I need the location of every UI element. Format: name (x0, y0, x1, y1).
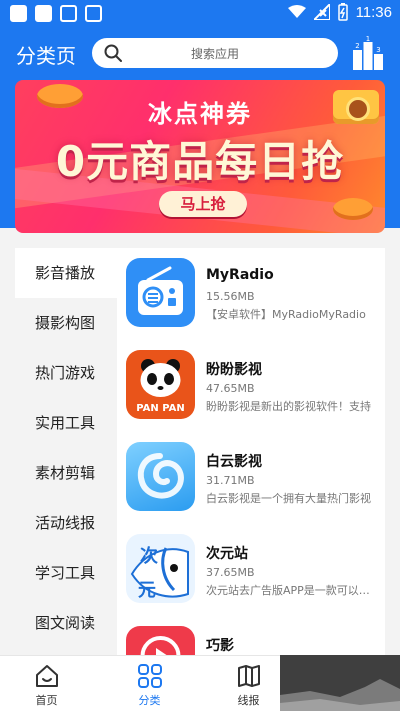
shopping-bag-icon (85, 5, 102, 22)
banner-grab-button[interactable]: 马上抢 (159, 191, 247, 217)
list-item[interactable]: 白云影视 31.71MB 白云影视是一个拥有大量热门影视 (117, 432, 385, 524)
bottom-navigation: 首页 分类 线报 (0, 655, 280, 711)
wifi-icon (287, 5, 306, 18)
list-item[interactable]: PAN PAN 盼盼影视 47.65MB 盼盼影视是新出的影视软件！支持 (117, 340, 385, 432)
list-item[interactable]: 巧影 (117, 616, 385, 660)
home-icon (36, 665, 58, 687)
svg-text:次: 次 (140, 545, 158, 567)
svg-text:PAN PAN: PAN PAN (136, 403, 185, 414)
svg-text:2: 2 (355, 42, 359, 50)
notification-icon (10, 5, 27, 22)
nav-home-label: 首页 (35, 694, 58, 707)
sidebar-item-deals[interactable]: 活动线报 (15, 498, 117, 548)
search-placeholder: 搜索应用 (190, 47, 239, 61)
app-name: MyRadio (206, 267, 274, 283)
page-title: 分类页 (16, 44, 76, 68)
app-size: 47.65MB (206, 382, 255, 395)
app-description: 【安卓软件】MyRadioMyRadio (206, 308, 366, 321)
app-size: 15.56MB (206, 290, 255, 303)
category-content: 影音播放 摄影构图 热门游戏 实用工具 素材剪辑 活动线报 学习工具 图文阅读 … (15, 248, 385, 660)
banner-top-label: 冰点神券 (148, 100, 252, 128)
banner-headline: 0元商品每日抢 (55, 137, 345, 186)
anime-icon: 次 元 (126, 534, 195, 603)
app-name: 巧影 (206, 638, 234, 654)
radio-icon (126, 258, 195, 327)
list-item[interactable]: 次 元 次元站 37.65MB 次元站去广告版APP是一款可以观看 (117, 524, 385, 616)
app-header: 分类页 搜索应用 2 1 3 (0, 36, 400, 72)
list-item[interactable]: MyRadio 15.56MB 【安卓软件】MyRadioMyRadio (117, 248, 385, 340)
app-name: 盼盼影视 (206, 362, 262, 378)
sidebar-item-reading[interactable]: 图文阅读 (15, 598, 117, 648)
sidebar-item-learning[interactable]: 学习工具 (15, 548, 117, 598)
sidebar-item-photography[interactable]: 摄影构图 (15, 298, 117, 348)
battery-icon (337, 3, 348, 21)
sidebar-item-video[interactable]: 影音播放 (15, 248, 117, 298)
promo-banner[interactable]: 冰点神券 0元商品每日抢 马上抢 (15, 80, 385, 233)
search-input[interactable]: 搜索应用 (92, 38, 338, 68)
nav-category[interactable]: 分类 (103, 656, 196, 711)
cloud-icon (126, 442, 195, 511)
image-icon (60, 5, 77, 22)
svg-text:3: 3 (376, 46, 380, 54)
notification-icon (35, 5, 52, 22)
coin-decoration-icon (333, 198, 373, 220)
sidebar-item-games[interactable]: 热门游戏 (15, 348, 117, 398)
nav-home[interactable]: 首页 (0, 656, 93, 711)
app-list: MyRadio 15.56MB 【安卓软件】MyRadioMyRadio PAN… (117, 248, 385, 660)
grid-icon (138, 664, 162, 688)
app-description: 盼盼影视是新出的影视软件！支持 (206, 400, 371, 413)
svg-text:1: 1 (366, 36, 370, 43)
app-description: 次元站去广告版APP是一款可以观看 (206, 584, 378, 597)
svg-text:元: 元 (138, 580, 156, 601)
app-size: 31.71MB (206, 474, 255, 487)
app-name: 次元站 (206, 546, 248, 562)
app-name: 白云影视 (206, 454, 262, 470)
sidebar-item-editing[interactable]: 素材剪辑 (15, 448, 117, 498)
sidebar-item-tools[interactable]: 实用工具 (15, 398, 117, 448)
app-size: 37.65MB (206, 566, 255, 579)
background-photo (280, 655, 400, 711)
signal-icon (313, 4, 330, 20)
ranking-icon[interactable]: 2 1 3 (350, 36, 386, 72)
mountain-image (280, 679, 400, 711)
category-sidebar: 影音播放 摄影构图 热门游戏 实用工具 素材剪辑 活动线报 学习工具 图文阅读 (15, 248, 117, 660)
clock: 11:36 (355, 3, 392, 21)
map-icon (238, 665, 260, 687)
status-bar: 11:36 (0, 0, 400, 28)
panda-icon: PAN PAN (126, 350, 195, 419)
nav-category-label: 分类 (138, 694, 161, 707)
app-description: 白云影视是一个拥有大量热门影视 (206, 492, 371, 505)
